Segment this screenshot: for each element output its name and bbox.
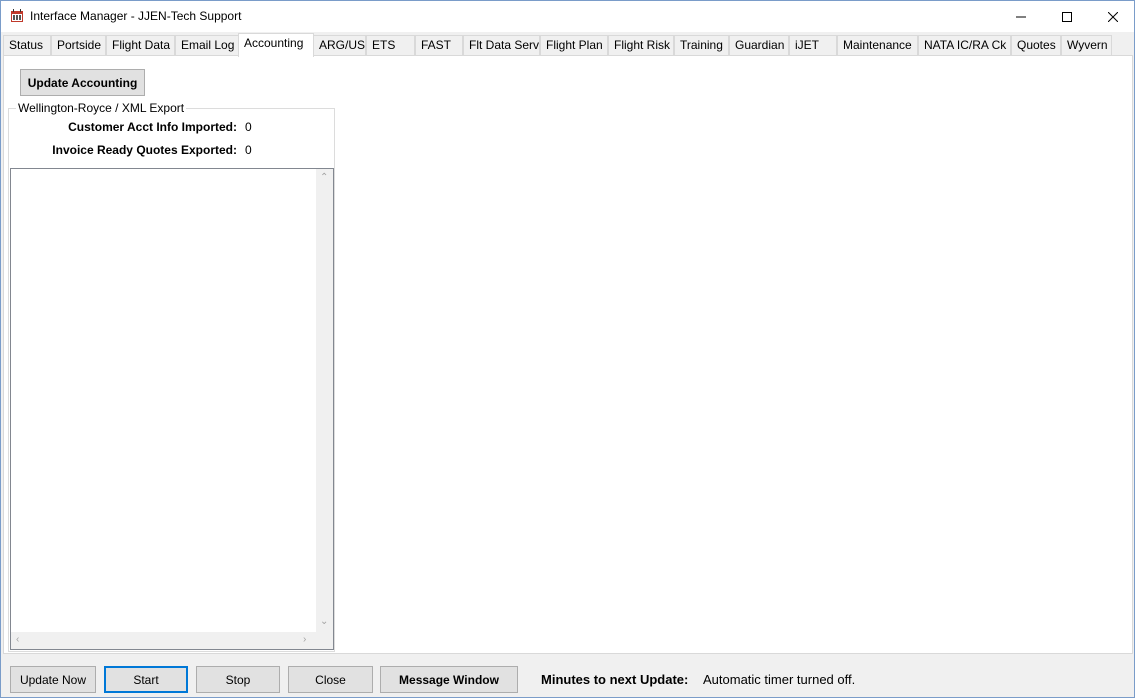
close-window-button[interactable]	[1090, 1, 1135, 32]
window-title: Interface Manager - JJEN-Tech Support	[30, 9, 242, 23]
tab-flight-risk[interactable]: Flight Risk	[608, 35, 674, 56]
tab-arg-us[interactable]: ARG/US	[313, 35, 366, 56]
minimize-button[interactable]	[998, 1, 1044, 32]
tab-quotes[interactable]: Quotes	[1011, 35, 1061, 56]
minimize-icon	[1016, 16, 1026, 17]
scroll-left-icon[interactable]: ‹	[16, 635, 19, 645]
export-log-listbox[interactable]: ⌃ ⌄ ‹ ›	[10, 168, 334, 650]
scroll-up-icon[interactable]: ⌃	[320, 173, 328, 183]
update-accounting-button[interactable]: Update Accounting	[20, 69, 145, 96]
update-now-button[interactable]: Update Now	[10, 666, 96, 693]
start-button[interactable]: Start	[104, 666, 188, 693]
app-icon	[10, 9, 24, 23]
tab-flight-plan[interactable]: Flight Plan	[540, 35, 608, 56]
timer-status-text: Automatic timer turned off.	[703, 672, 856, 687]
tab-accounting[interactable]: Accounting	[238, 33, 314, 57]
customer-acct-info-label: Customer Acct Info Imported:	[68, 120, 237, 134]
tab-ets[interactable]: ETS	[366, 35, 415, 56]
title-bar: Interface Manager - JJEN-Tech Support	[1, 1, 1134, 32]
interface-manager-window: Interface Manager - JJEN-Tech Support St…	[0, 0, 1135, 698]
scroll-right-icon[interactable]: ›	[303, 635, 306, 645]
tab-fast[interactable]: FAST	[415, 35, 463, 56]
customer-acct-info-value: 0	[245, 120, 252, 134]
tab-status[interactable]: Status	[3, 35, 51, 56]
group-title: Wellington-Royce / XML Export	[16, 101, 187, 115]
maximize-button[interactable]	[1044, 1, 1090, 32]
minutes-to-next-update-label: Minutes to next Update:	[541, 672, 689, 687]
wellington-royce-groupbox: Wellington-Royce / XML Export Customer A…	[8, 102, 335, 652]
tab-flt-data-serv[interactable]: Flt Data Serv	[463, 35, 540, 56]
tab-nata-ic-ra-ck[interactable]: NATA IC/RA Ck	[918, 35, 1011, 56]
invoice-ready-quotes-value: 0	[245, 143, 252, 157]
tab-strip: Status Portside Flight Data Email Log Ac…	[1, 32, 1134, 57]
message-window-button[interactable]: Message Window	[380, 666, 518, 693]
vertical-scrollbar[interactable]: ⌃ ⌄	[316, 169, 333, 632]
tab-flight-data[interactable]: Flight Data	[106, 35, 175, 56]
scroll-down-icon[interactable]: ⌄	[320, 617, 328, 627]
horizontal-scrollbar[interactable]: ‹ ›	[11, 632, 316, 649]
maximize-icon	[1062, 11, 1072, 22]
accounting-tab-panel: Update Accounting Wellington-Royce / XML…	[3, 55, 1133, 654]
close-icon	[1108, 11, 1118, 22]
tab-ijet[interactable]: iJET	[789, 35, 837, 56]
scroll-corner	[316, 632, 333, 649]
tab-training[interactable]: Training	[674, 35, 729, 56]
close-button[interactable]: Close	[288, 666, 373, 693]
stop-button[interactable]: Stop	[196, 666, 280, 693]
tab-maintenance[interactable]: Maintenance	[837, 35, 918, 56]
tab-guardian[interactable]: Guardian	[729, 35, 789, 56]
invoice-ready-quotes-label: Invoice Ready Quotes Exported:	[52, 143, 237, 157]
tab-email-log[interactable]: Email Log	[175, 35, 239, 56]
tab-wyvern[interactable]: Wyvern	[1061, 35, 1112, 56]
tab-portside[interactable]: Portside	[51, 35, 106, 56]
